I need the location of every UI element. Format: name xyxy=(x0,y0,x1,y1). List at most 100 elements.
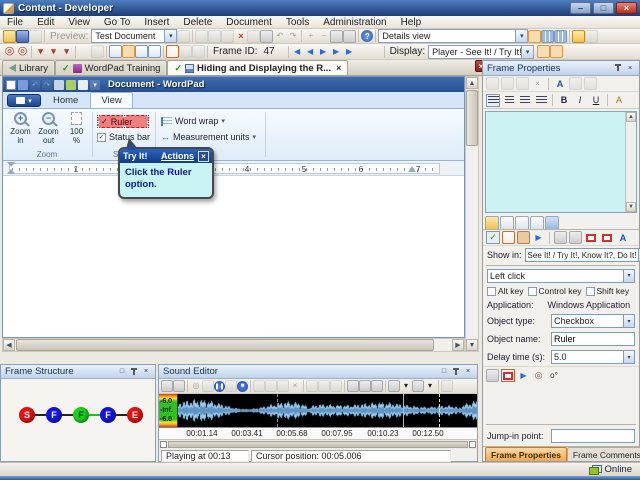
close-tab-icon[interactable]: × xyxy=(334,63,341,73)
key-icon[interactable]: o° xyxy=(547,369,561,382)
record-settings-icon[interactable]: ◎ xyxy=(16,45,29,58)
wordpad-tab-home[interactable]: Home xyxy=(43,92,88,108)
open-icon[interactable] xyxy=(3,29,16,43)
document-icon[interactable] xyxy=(166,45,179,58)
apply-icon[interactable]: ✓ xyxy=(486,231,500,244)
close-button[interactable]: × xyxy=(616,2,637,14)
find-icon[interactable] xyxy=(260,29,274,43)
bold-icon[interactable]: B xyxy=(557,94,571,107)
menu-tools[interactable]: Tools xyxy=(279,16,316,29)
copy-frame-icon[interactable] xyxy=(554,231,567,244)
wordpad-print-icon[interactable] xyxy=(54,79,64,90)
align-left-icon[interactable] xyxy=(486,93,500,107)
menu-goto[interactable]: Go To xyxy=(97,16,138,29)
sound-scroll-thumb[interactable] xyxy=(168,441,468,448)
maximize-button[interactable]: □ xyxy=(593,2,614,14)
left-indent-marker[interactable] xyxy=(7,162,15,174)
copy-next-icon[interactable] xyxy=(569,231,582,244)
split-view-icon[interactable] xyxy=(541,29,555,43)
replace-frame-icon[interactable]: ▾ xyxy=(60,45,73,58)
edit-frame-icon[interactable] xyxy=(109,45,122,58)
scroll-grip-right[interactable] xyxy=(469,441,476,448)
mode-tab-4-icon[interactable] xyxy=(530,216,544,229)
word-wrap-button[interactable]: Word wrap ▾ xyxy=(161,116,225,126)
wordpad-tab-view[interactable]: View xyxy=(90,92,133,108)
align-center-icon[interactable] xyxy=(502,94,516,107)
panel-pin-icon[interactable] xyxy=(129,367,139,377)
text-style-icon[interactable]: A xyxy=(612,94,626,107)
hand-cursor-icon[interactable] xyxy=(517,231,530,244)
waveform-display[interactable] xyxy=(178,394,477,427)
player-preview-icon[interactable] xyxy=(537,45,551,58)
frame-node[interactable]: F xyxy=(46,407,62,423)
zoom-menu-icon[interactable]: ▾ xyxy=(400,380,412,392)
next-frame-icon[interactable]: ▶ xyxy=(317,45,330,58)
panel-pin-icon[interactable] xyxy=(613,63,623,73)
content-vertical-scrollbar[interactable]: ▲ ▼ xyxy=(465,76,479,352)
jump-in-input[interactable] xyxy=(551,429,635,443)
delete-frame-icon[interactable]: ▾ xyxy=(47,45,60,58)
menu-delete[interactable]: Delete xyxy=(176,16,219,29)
balloon-actions-link[interactable]: Actions xyxy=(161,151,194,161)
tab-hiding-displaying-ruler[interactable]: ✓ Hiding and Displaying the R... × xyxy=(167,60,349,75)
search-icon[interactable] xyxy=(330,29,344,43)
panel-pin-icon[interactable] xyxy=(451,367,461,377)
record-icon[interactable]: ◎ xyxy=(3,45,16,58)
balloon-close-icon[interactable]: × xyxy=(198,150,209,162)
label-icon[interactable] xyxy=(502,231,515,244)
waveform-canvas[interactable] xyxy=(178,394,477,427)
scroll-down-icon[interactable]: ▼ xyxy=(466,339,478,351)
zoom-100-button[interactable]: 100% xyxy=(63,112,90,145)
menu-document[interactable]: Document xyxy=(219,16,279,29)
wordpad-update-icon[interactable] xyxy=(66,79,76,90)
ruler-checkbox-highlighted[interactable]: ✓ Ruler xyxy=(96,114,150,129)
jump-icon[interactable]: ▶ xyxy=(343,45,356,58)
wordpad-app-menu-button[interactable]: ▾ xyxy=(7,94,41,107)
shift-key-checkbox[interactable]: Shift key xyxy=(585,286,629,296)
capture-mode-icon[interactable] xyxy=(122,45,135,58)
chevron-down-icon[interactable]: ▾ xyxy=(623,351,634,363)
delay-time-combo[interactable]: 5.0 ▾ xyxy=(551,350,635,364)
playback-cursor[interactable] xyxy=(277,394,278,427)
justify-icon[interactable] xyxy=(534,94,548,107)
bubble-text-scrollbar[interactable]: ▲ ▼ xyxy=(625,112,636,212)
menu-administration[interactable]: Administration xyxy=(316,16,393,29)
mode-tab-2-icon[interactable] xyxy=(500,216,514,229)
show-in-combo[interactable]: See It! / Try It!, Know It?, Do It! ▾ xyxy=(524,248,640,262)
document-combo[interactable]: Test Document ▾ xyxy=(91,29,178,43)
horizontal-scroll-thumb[interactable] xyxy=(16,339,434,351)
object-type-combo[interactable]: Checkbox ▾ xyxy=(551,314,635,328)
chevron-down-icon[interactable]: ▾ xyxy=(623,269,634,282)
zoom-out-button[interactable]: − Zoom out xyxy=(35,112,62,145)
frame-node-end[interactable]: E xyxy=(127,407,143,423)
details-view-icon[interactable] xyxy=(528,29,542,43)
tab-frame-properties[interactable]: Frame Properties xyxy=(485,447,567,461)
selection-cursor[interactable] xyxy=(439,394,440,427)
timer-icon[interactable]: ◎ xyxy=(532,369,545,382)
go-end-icon[interactable] xyxy=(359,380,371,392)
insert-frame-icon[interactable]: ▾ xyxy=(34,45,47,58)
frame-thumb-icon[interactable] xyxy=(584,231,598,244)
scroll-right-icon[interactable]: ▶ xyxy=(452,339,464,351)
content-horizontal-scrollbar[interactable]: ◀ ▶ xyxy=(2,338,465,352)
editor-preview-icon[interactable] xyxy=(550,45,564,58)
columns-view-icon[interactable] xyxy=(554,29,568,43)
italic-icon[interactable]: I xyxy=(573,94,587,107)
panel-close-icon[interactable]: × xyxy=(625,63,635,73)
delete-icon[interactable]: × xyxy=(234,30,247,43)
wordpad-qat-menu-icon[interactable]: ▾ xyxy=(90,79,100,90)
menu-insert[interactable]: Insert xyxy=(137,16,176,29)
select-object-icon[interactable] xyxy=(486,369,499,382)
menu-edit[interactable]: Edit xyxy=(30,16,61,29)
tab-wordpad-training[interactable]: ✓ WordPad Training xyxy=(55,60,168,75)
frame-thumb2-icon[interactable] xyxy=(600,231,614,244)
vertical-scroll-thumb[interactable] xyxy=(466,90,478,146)
underline-icon[interactable]: U xyxy=(589,94,603,107)
go-start-icon[interactable] xyxy=(347,380,359,392)
measurement-units-button[interactable]: ↔ Measurement units ▾ xyxy=(161,132,256,142)
replace-icon[interactable] xyxy=(343,29,357,43)
details-view-combo[interactable]: Details view ▾ xyxy=(378,29,529,43)
frame-note-icon[interactable] xyxy=(78,45,91,58)
recapture-icon[interactable] xyxy=(135,45,148,58)
previous-frame-icon[interactable]: ◀ xyxy=(304,45,317,58)
